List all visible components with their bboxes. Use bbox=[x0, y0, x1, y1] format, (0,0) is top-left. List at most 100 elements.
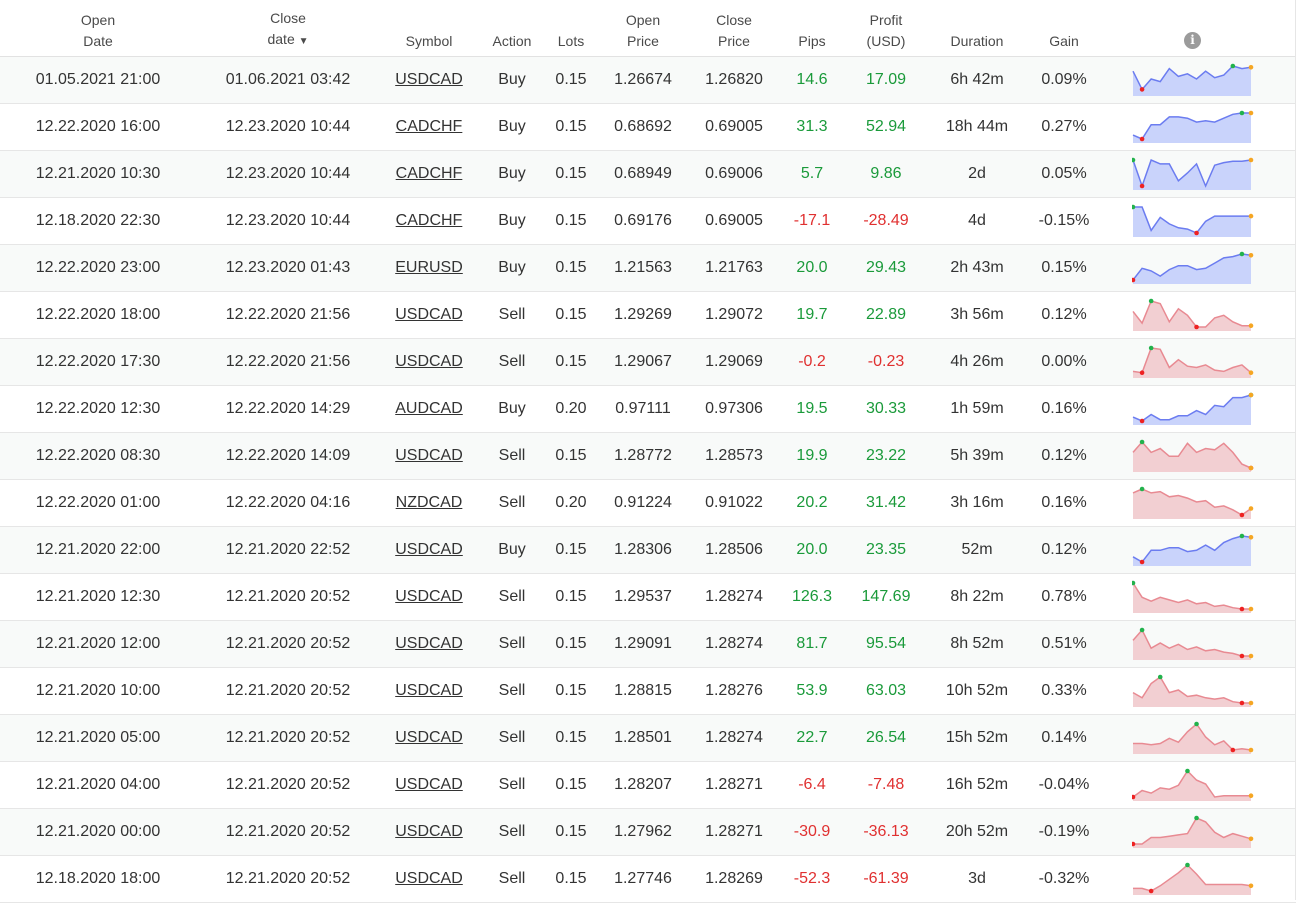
sort-desc-icon[interactable]: ▼ bbox=[299, 36, 309, 47]
sparkline-end-marker bbox=[1248, 65, 1254, 70]
symbol-link-text[interactable]: USDCAD bbox=[395, 729, 463, 746]
header-close-date[interactable]: Close date ▼ bbox=[267, 8, 308, 52]
header-open-date-line2: Date bbox=[83, 33, 113, 49]
trade-sparkline[interactable] bbox=[1132, 485, 1254, 521]
trade-sparkline[interactable] bbox=[1132, 62, 1254, 98]
trade-sparkline[interactable] bbox=[1132, 109, 1254, 145]
symbol-link-text[interactable]: USDCAD bbox=[395, 447, 463, 464]
info-icon[interactable]: i bbox=[1184, 32, 1201, 49]
symbol-link[interactable]: CADCHF bbox=[396, 104, 463, 150]
symbol-link-text[interactable]: EURUSD bbox=[395, 259, 463, 276]
symbol-link[interactable]: NZDCAD bbox=[396, 480, 463, 526]
symbol-link[interactable]: AUDCAD bbox=[395, 386, 463, 432]
symbol-link-text[interactable]: USDCAD bbox=[395, 353, 463, 370]
symbol-link-text[interactable]: USDCAD bbox=[395, 870, 463, 887]
table-row[interactable]: 12.21.2020 12:30 12.21.2020 20:52 USDCAD Se… bbox=[0, 574, 1296, 621]
table-row[interactable]: 01.05.2021 21:00 01.06.2021 03:42 USDCAD Bu… bbox=[0, 57, 1296, 104]
trade-sparkline[interactable] bbox=[1132, 344, 1254, 380]
symbol-link[interactable]: USDCAD bbox=[395, 809, 463, 855]
symbol-link[interactable]: USDCAD bbox=[395, 574, 463, 620]
symbol-link[interactable]: USDCAD bbox=[395, 668, 463, 714]
symbol-link-text[interactable]: CADCHF bbox=[396, 118, 463, 135]
table-row[interactable]: 12.21.2020 05:00 12.21.2020 20:52 USDCAD Se… bbox=[0, 715, 1296, 762]
header-duration[interactable]: Duration bbox=[951, 31, 1004, 52]
trade-sparkline[interactable] bbox=[1132, 673, 1254, 709]
symbol-link[interactable]: CADCHF bbox=[396, 198, 463, 244]
sparkline-high-marker bbox=[1194, 721, 1199, 727]
trade-sparkline[interactable] bbox=[1132, 532, 1254, 568]
symbol-link-text[interactable]: USDCAD bbox=[395, 588, 463, 605]
symbol-link-text[interactable]: USDCAD bbox=[395, 541, 463, 558]
symbol-link[interactable]: CADCHF bbox=[396, 151, 463, 197]
sparkline-end-marker bbox=[1248, 506, 1254, 511]
table-row[interactable]: 12.18.2020 22:30 12.23.2020 10:44 CADCHF Bu… bbox=[0, 198, 1296, 245]
pips-cell: 126.3 bbox=[791, 588, 833, 605]
profit-cell: 52.94 bbox=[865, 118, 907, 135]
table-row[interactable]: 12.22.2020 16:00 12.23.2020 10:44 CADCHF Bu… bbox=[0, 104, 1296, 151]
header-gain[interactable]: Gain bbox=[1049, 31, 1079, 52]
table-row[interactable]: 12.22.2020 01:00 12.22.2020 04:16 NZDCAD Se… bbox=[0, 480, 1296, 527]
symbol-link[interactable]: USDCAD bbox=[395, 527, 463, 573]
trade-sparkline[interactable] bbox=[1132, 391, 1254, 427]
symbol-link-text[interactable]: USDCAD bbox=[395, 306, 463, 323]
symbol-link-text[interactable]: USDCAD bbox=[395, 682, 463, 699]
trade-sparkline[interactable] bbox=[1132, 203, 1254, 239]
table-row[interactable]: 12.22.2020 12:30 12.22.2020 14:29 AUDCAD Bu… bbox=[0, 386, 1296, 433]
table-row[interactable]: 12.21.2020 22:00 12.21.2020 22:52 USDCAD Bu… bbox=[0, 527, 1296, 574]
symbol-link[interactable]: USDCAD bbox=[395, 292, 463, 338]
header-pips[interactable]: Pips bbox=[798, 31, 825, 52]
symbol-link-text[interactable]: USDCAD bbox=[395, 776, 463, 793]
table-row[interactable]: 12.21.2020 12:00 12.21.2020 20:52 USDCAD Se… bbox=[0, 621, 1296, 668]
symbol-link-text[interactable]: USDCAD bbox=[395, 635, 463, 652]
close-price-cell: 1.21763 bbox=[705, 259, 763, 276]
table-row[interactable]: 12.22.2020 18:00 12.22.2020 21:56 USDCAD Se… bbox=[0, 292, 1296, 339]
table-row[interactable]: 12.21.2020 10:00 12.21.2020 20:52 USDCAD Se… bbox=[0, 668, 1296, 715]
pips-cell: 31.3 bbox=[796, 118, 828, 135]
symbol-link[interactable]: USDCAD bbox=[395, 433, 463, 479]
header-open-price[interactable]: Open Price bbox=[626, 10, 660, 52]
header-profit[interactable]: Profit (USD) bbox=[867, 10, 906, 52]
table-row[interactable]: 12.21.2020 10:30 12.23.2020 10:44 CADCHF Bu… bbox=[0, 151, 1296, 198]
symbol-link[interactable]: USDCAD bbox=[395, 339, 463, 385]
action-cell: Buy bbox=[498, 118, 526, 135]
sparkline-end-marker bbox=[1248, 370, 1254, 375]
trade-sparkline[interactable] bbox=[1132, 250, 1254, 286]
trade-sparkline[interactable] bbox=[1132, 720, 1254, 756]
open-date-cell: 12.21.2020 12:30 bbox=[35, 588, 161, 605]
header-open-date[interactable]: Open Date bbox=[81, 10, 115, 52]
symbol-link[interactable]: USDCAD bbox=[395, 762, 463, 808]
trade-sparkline[interactable] bbox=[1132, 579, 1254, 615]
sparkline-low-marker bbox=[1139, 183, 1145, 189]
sparkline-end-marker bbox=[1248, 747, 1254, 753]
open-price-cell: 1.29537 bbox=[614, 588, 672, 605]
header-action[interactable]: Action bbox=[493, 31, 532, 52]
table-row[interactable]: 12.22.2020 17:30 12.22.2020 21:56 USDCAD Se… bbox=[0, 339, 1296, 386]
table-body: 01.05.2021 21:00 01.06.2021 03:42 USDCAD Bu… bbox=[0, 57, 1296, 903]
header-symbol[interactable]: Symbol bbox=[406, 31, 453, 52]
table-row[interactable]: 12.21.2020 00:00 12.21.2020 20:52 USDCAD Se… bbox=[0, 809, 1296, 856]
symbol-link[interactable]: USDCAD bbox=[395, 621, 463, 667]
trade-sparkline[interactable] bbox=[1132, 767, 1254, 803]
symbol-link-text[interactable]: CADCHF bbox=[396, 212, 463, 229]
table-row[interactable]: 12.21.2020 04:00 12.21.2020 20:52 USDCAD Se… bbox=[0, 762, 1296, 809]
symbol-link[interactable]: USDCAD bbox=[395, 856, 463, 902]
symbol-link[interactable]: EURUSD bbox=[395, 245, 463, 291]
symbol-link[interactable]: USDCAD bbox=[395, 715, 463, 761]
symbol-link-text[interactable]: CADCHF bbox=[396, 165, 463, 182]
symbol-link[interactable]: USDCAD bbox=[395, 57, 463, 103]
trade-sparkline[interactable] bbox=[1132, 861, 1254, 897]
trade-sparkline[interactable] bbox=[1132, 814, 1254, 850]
symbol-link-text[interactable]: NZDCAD bbox=[396, 494, 463, 511]
symbol-link-text[interactable]: USDCAD bbox=[395, 71, 463, 88]
trade-sparkline[interactable] bbox=[1132, 156, 1254, 192]
symbol-link-text[interactable]: AUDCAD bbox=[395, 400, 463, 417]
header-close-price[interactable]: Close Price bbox=[716, 10, 752, 52]
table-row[interactable]: 12.22.2020 08:30 12.22.2020 14:09 USDCAD Se… bbox=[0, 433, 1296, 480]
symbol-link-text[interactable]: USDCAD bbox=[395, 823, 463, 840]
trade-sparkline[interactable] bbox=[1132, 297, 1254, 333]
table-row[interactable]: 12.22.2020 23:00 12.23.2020 01:43 EURUSD Bu… bbox=[0, 245, 1296, 292]
header-lots[interactable]: Lots bbox=[558, 31, 584, 52]
table-row[interactable]: 12.18.2020 18:00 12.21.2020 20:52 USDCAD Se… bbox=[0, 856, 1296, 903]
trade-sparkline[interactable] bbox=[1132, 438, 1254, 474]
trade-sparkline[interactable] bbox=[1132, 626, 1254, 662]
